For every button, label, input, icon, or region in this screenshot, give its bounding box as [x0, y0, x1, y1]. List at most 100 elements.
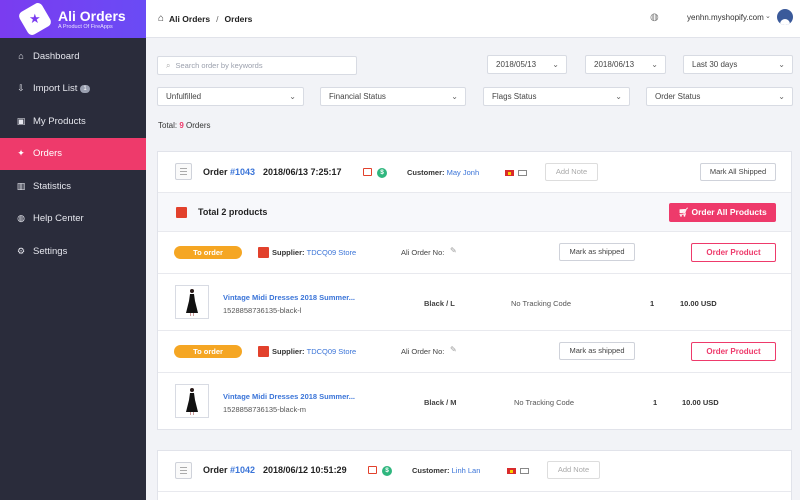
- financial-status-value: Financial Status: [329, 92, 386, 101]
- mail-icon[interactable]: [518, 170, 527, 176]
- order-status-select[interactable]: Order Status ⌄: [646, 87, 793, 106]
- search-field[interactable]: ⌕: [157, 56, 357, 75]
- product-price: 10.00 USD: [682, 398, 719, 407]
- home-icon[interactable]: ⌂: [158, 13, 164, 24]
- order-label: Order #1042: [203, 465, 256, 475]
- account-name[interactable]: yenhn.myshopify.com: [687, 13, 764, 22]
- sidebar-item-settings[interactable]: ⚙ Settings: [0, 235, 146, 268]
- topbar: ⌂ Ali Orders / Orders ◍ yenhn.myshopify.…: [146, 0, 800, 38]
- breadcrumb-separator: /: [216, 13, 219, 24]
- status-badge: To order: [174, 345, 242, 358]
- financial-status-select[interactable]: Financial Status ⌄: [320, 87, 466, 106]
- sidebar-item-dashboard[interactable]: ⌂ Dashboard: [0, 40, 146, 73]
- pencil-icon[interactable]: ✎: [450, 246, 457, 255]
- supplier-info: Supplier: TDCQ09 Store: [272, 248, 357, 257]
- product-thumbnail[interactable]: [175, 384, 209, 418]
- product-price: 10.00 USD: [680, 299, 717, 308]
- count-badge: 1: [80, 84, 90, 93]
- chevron-down-icon[interactable]: ⌄: [765, 12, 771, 20]
- order-product-button[interactable]: Order Product: [691, 243, 776, 262]
- sidebar-item-label: Dashboard: [33, 50, 80, 62]
- globe-icon: ◍: [17, 213, 25, 224]
- product-sku: 1528858736135-black-l: [223, 306, 302, 315]
- aliexpress-icon: [258, 346, 269, 357]
- sidebar-item-orders[interactable]: ✦ Orders: [0, 137, 146, 170]
- mail-icon[interactable]: [520, 468, 529, 474]
- chevron-down-icon: ⌄: [552, 60, 559, 69]
- product-title[interactable]: Vintage Midi Dresses 2018 Summer...: [223, 392, 355, 401]
- order-header: Order #1042 2018/06/12 10:51:29 $ Custom…: [158, 451, 791, 492]
- sidebar-item-label: Help Center: [33, 213, 84, 225]
- customer-name[interactable]: May Jonh: [447, 168, 480, 177]
- gift-icon: ✦: [17, 148, 25, 159]
- order-product-button[interactable]: Order Product: [691, 342, 776, 361]
- customer-info: Customer: Linh Lan: [412, 466, 481, 475]
- brand-title: Ali Orders: [58, 7, 126, 24]
- order-document-icon: [175, 462, 192, 479]
- supplier-row: To order Supplier: TDCQ09 Store Ali Orde…: [158, 331, 791, 373]
- order-all-products-button[interactable]: 🛒︎ Order All Products: [669, 203, 776, 222]
- mark-all-shipped-button[interactable]: Mark All Shipped: [700, 163, 776, 181]
- date-from-picker[interactable]: 2018/05/13 ⌄: [487, 55, 567, 74]
- chevron-down-icon: ⌄: [651, 60, 658, 69]
- sidebar-item-import-list[interactable]: ⇩ Import List 1: [0, 73, 146, 106]
- product-variant: Black / L: [424, 299, 455, 308]
- sidebar: ★ Ali Orders A Product Of FireApps ⌂ Das…: [0, 0, 146, 500]
- date-to-value: 2018/06/13: [594, 60, 635, 69]
- product-sku: 1528858736135-black-m: [223, 405, 306, 414]
- gear-icon: ⚙: [16, 245, 26, 256]
- pencil-icon[interactable]: ✎: [450, 345, 457, 354]
- total-suffix: Orders: [186, 121, 211, 130]
- ali-order-label: Ali Order No:: [401, 248, 445, 257]
- tag-logo-icon: ★: [17, 1, 53, 37]
- sidebar-item-my-products[interactable]: ▣ My Products: [0, 105, 146, 138]
- order-summary: Total 2 products 🛒︎ Order All Products: [158, 193, 791, 232]
- flag-icon[interactable]: [507, 468, 516, 474]
- product-title[interactable]: Vintage Midi Dresses 2018 Summer...: [223, 293, 355, 302]
- order-date: 2018/06/13 7:25:17: [263, 167, 342, 177]
- ali-order-label: Ali Order No:: [401, 347, 445, 356]
- flags-status-select[interactable]: Flags Status ⌄: [483, 87, 630, 106]
- customer-info: Customer: May Jonh: [407, 168, 480, 177]
- order-date: 2018/06/12 10:51:29: [263, 465, 347, 475]
- flags-status-value: Flags Status: [492, 92, 537, 101]
- order-number[interactable]: #1042: [230, 465, 255, 475]
- mark-as-shipped-button[interactable]: Mark as shipped: [559, 243, 635, 261]
- sidebar-item-statistics[interactable]: ▥ Statistics: [0, 170, 146, 203]
- customer-name[interactable]: Linh Lan: [452, 466, 481, 475]
- date-range-value: Last 30 days: [692, 60, 738, 69]
- sidebar-item-help-center[interactable]: ◍ Help Center: [0, 203, 146, 236]
- brand[interactable]: ★ Ali Orders A Product Of FireApps: [0, 0, 146, 38]
- supplier-name[interactable]: TDCQ09 Store: [307, 248, 357, 257]
- supplier-name[interactable]: TDCQ09 Store: [307, 347, 357, 356]
- date-range-select[interactable]: Last 30 days ⌄: [683, 55, 793, 74]
- globe-icon[interactable]: ◍: [650, 12, 659, 23]
- order-status-value: Order Status: [655, 92, 701, 101]
- mark-as-shipped-button[interactable]: Mark as shipped: [559, 342, 635, 360]
- order-header: Order #1043 2018/06/13 7:25:17 $ Custome…: [158, 152, 791, 193]
- product-thumbnail[interactable]: [175, 285, 209, 319]
- search-input[interactable]: [175, 61, 356, 70]
- tracking-code: No Tracking Code: [514, 398, 575, 407]
- order-card: Order #1042 2018/06/12 10:51:29 $ Custom…: [157, 450, 792, 500]
- store-icon: [363, 168, 372, 176]
- aliexpress-icon: [176, 207, 187, 218]
- chevron-down-icon: ⌄: [451, 92, 458, 101]
- order-number[interactable]: #1043: [230, 167, 255, 177]
- date-to-picker[interactable]: 2018/06/13 ⌄: [585, 55, 666, 74]
- bar-chart-icon: ▥: [16, 180, 26, 191]
- fulfillment-select[interactable]: Unfulfilled ⌄: [157, 87, 304, 106]
- search-icon: ⌕: [166, 60, 171, 70]
- add-note-button[interactable]: Add Note: [545, 163, 598, 181]
- sidebar-item-label: My Products: [33, 115, 86, 127]
- breadcrumb-item[interactable]: Ali Orders: [169, 14, 210, 24]
- add-note-button[interactable]: Add Note: [547, 461, 600, 479]
- chevron-down-icon: ⌄: [778, 92, 785, 101]
- flag-icon[interactable]: [505, 170, 514, 176]
- home-icon: ⌂: [18, 51, 24, 62]
- sidebar-item-label: Settings: [33, 245, 68, 257]
- total-prefix: Total:: [158, 121, 178, 130]
- sidebar-nav: ⌂ Dashboard ⇩ Import List 1 ▣ My Product…: [0, 40, 146, 268]
- chevron-down-icon: ⌄: [615, 92, 622, 101]
- avatar[interactable]: [777, 9, 793, 25]
